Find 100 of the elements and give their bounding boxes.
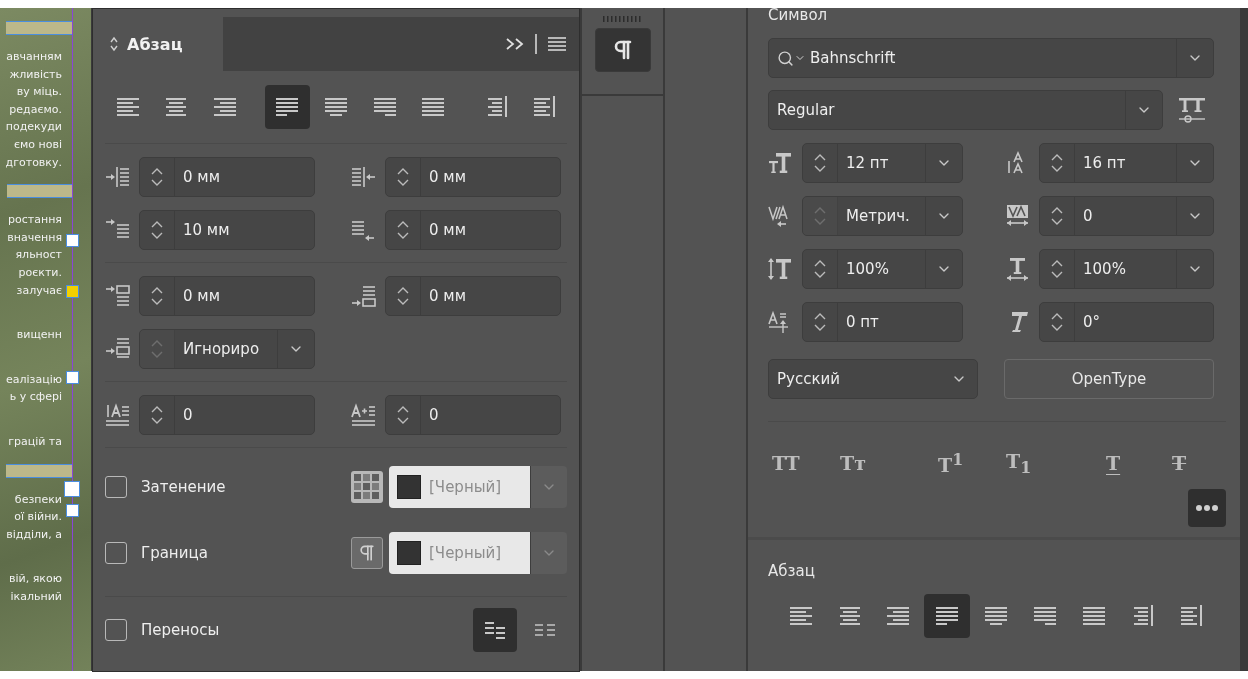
font-style-dropdown[interactable]: Regular — [768, 90, 1163, 130]
checkbox-label: Затенение — [141, 478, 226, 496]
panel-tab[interactable]: Абзац — [93, 17, 223, 71]
chevron-up-down-icon — [1050, 258, 1064, 280]
checkbox-label: Граница — [141, 544, 208, 562]
align-icon — [837, 604, 862, 627]
text-style-button[interactable]: T — [1172, 452, 1187, 475]
number-field[interactable]: 16 пт — [1039, 143, 1214, 183]
scrollbar[interactable] — [1240, 8, 1248, 671]
document-text: подекуди — [5, 119, 63, 136]
number-field[interactable]: 0 — [139, 395, 315, 435]
text-style-button[interactable]: T — [1106, 452, 1121, 475]
section-title: Абзац — [768, 561, 816, 580]
document-text: еалізацію — [6, 371, 63, 388]
font-family-dropdown[interactable]: Bahnschrift — [768, 38, 1214, 78]
document-text: залучає — [16, 282, 63, 299]
chevron-up-down-icon — [150, 285, 164, 307]
align-button[interactable] — [924, 593, 971, 638]
field-value: 16 пт — [1082, 153, 1127, 174]
field-value: 0 мм — [182, 167, 221, 188]
align-icon — [532, 96, 557, 118]
chevron-up-down-icon — [813, 311, 827, 333]
align-button[interactable] — [264, 85, 311, 129]
align-icon — [1179, 604, 1204, 627]
number-field[interactable]: 12 пт — [802, 143, 963, 183]
field-icon — [105, 165, 131, 189]
number-field[interactable]: 100% — [802, 249, 963, 289]
checkbox[interactable] — [105, 476, 127, 498]
align-icon — [421, 96, 446, 118]
language-dropdown[interactable]: Русский — [768, 359, 978, 399]
document-text: вначення — [7, 229, 63, 246]
chevron-up-down-icon — [396, 219, 410, 241]
document-text: ємо нові — [13, 136, 63, 153]
frame-handle[interactable] — [64, 481, 80, 497]
number-field[interactable]: 0 мм — [385, 210, 561, 250]
number-field[interactable]: 0 мм — [385, 157, 561, 197]
number-field[interactable]: 0 мм — [385, 276, 561, 316]
chevron-up-down-icon — [1050, 205, 1064, 227]
field-value: 10 мм — [182, 220, 231, 241]
font-family-value: Bahnschrift — [810, 49, 896, 67]
document-text: ікальний — [10, 588, 63, 605]
field-value: 100% — [845, 259, 890, 280]
menu-icon[interactable] — [547, 36, 567, 52]
field-value: 0 мм — [428, 167, 467, 188]
field-icon — [351, 284, 377, 308]
align-icon — [372, 96, 397, 118]
layout-button[interactable] — [473, 608, 517, 652]
field-value: 0 — [428, 405, 440, 426]
align-icon — [1032, 604, 1057, 627]
text-style-button[interactable]: T$_{1}$ — [1006, 450, 1032, 477]
number-field[interactable]: 0 — [1039, 196, 1214, 236]
field-value: 0° — [1082, 312, 1102, 333]
number-field[interactable]: 0 пт — [802, 302, 963, 342]
align-icon — [164, 96, 189, 118]
chevron-up-down-icon — [1050, 152, 1064, 174]
text-style-button[interactable]: T$^{1}$ — [938, 450, 964, 477]
chevron-up-down-icon — [150, 404, 164, 426]
chevron-up-down-icon — [396, 166, 410, 188]
type-settings-icon[interactable] — [1177, 96, 1207, 124]
checkbox[interactable] — [105, 619, 127, 641]
number-field[interactable]: 0 — [385, 395, 561, 435]
document-text: вищенн — [16, 327, 63, 344]
align-icon — [1081, 604, 1106, 627]
field-value: Метрич. — [845, 206, 911, 227]
frame-handle[interactable] — [65, 504, 79, 517]
frame-handle[interactable] — [65, 285, 79, 298]
text-style-button[interactable]: TT — [772, 452, 800, 475]
more-options-button[interactable] — [1188, 488, 1226, 527]
shading-icon — [351, 471, 383, 503]
document-text: ростання — [8, 212, 63, 229]
number-field[interactable]: 100% — [1039, 249, 1214, 289]
frame-handle[interactable] — [65, 234, 79, 247]
field-icon — [768, 257, 794, 281]
document-text: вій, якою — [9, 571, 63, 588]
chevron-up-down-icon — [150, 338, 164, 360]
paragraph-panel-button[interactable] — [594, 28, 651, 72]
field-icon — [351, 165, 377, 189]
font-style-value: Regular — [777, 101, 835, 119]
chevron-up-down-icon — [396, 404, 410, 426]
pilcrow-icon — [351, 537, 383, 569]
grip-icon[interactable] — [602, 16, 643, 22]
document-text: відділи, а — [6, 526, 63, 543]
number-field[interactable]: 0 мм — [139, 157, 315, 197]
chevron-up-down-icon — [813, 258, 827, 280]
number-field[interactable]: 10 мм — [139, 210, 315, 250]
field-value: Игнориро — [182, 339, 261, 360]
document-text: яльност — [15, 247, 63, 264]
number-field[interactable]: 0° — [1039, 302, 1214, 342]
chevron-up-down-icon — [813, 152, 827, 174]
field-icon — [105, 337, 131, 361]
layout-icon — [534, 622, 556, 638]
field-icon — [1005, 257, 1031, 281]
number-field[interactable]: 0 мм — [139, 276, 315, 316]
checkbox[interactable] — [105, 542, 127, 564]
align-icon — [984, 604, 1008, 627]
frame-handle[interactable] — [65, 371, 79, 384]
opentype-button[interactable]: OpenType — [1004, 359, 1214, 399]
collapse-icon[interactable] — [505, 37, 525, 51]
text-style-button[interactable]: Tᴛ — [840, 452, 866, 475]
section-title: Символ — [768, 8, 829, 26]
